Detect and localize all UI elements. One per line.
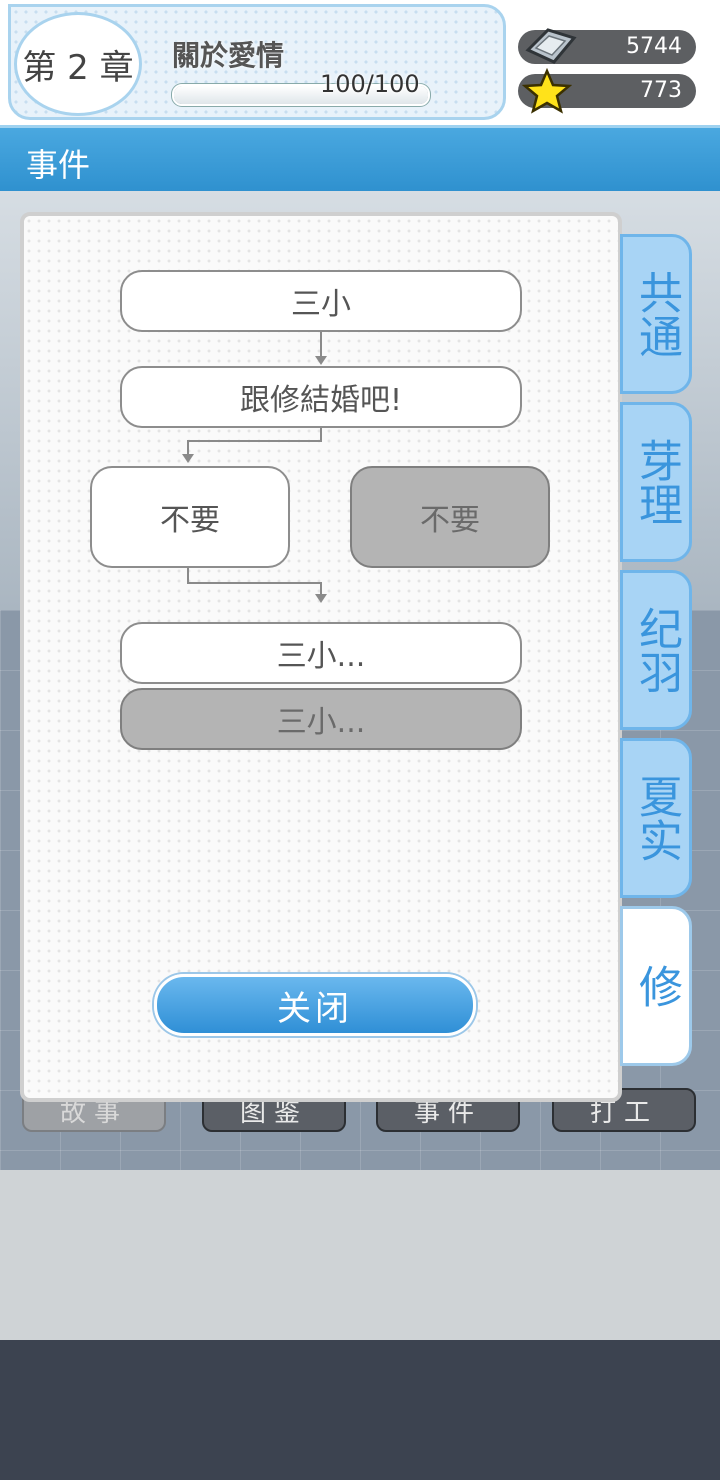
flow-node-result-alt[interactable]: 三小...	[120, 688, 522, 750]
chapter-progress-text: 100/100	[320, 70, 420, 98]
chapter-badge: 第 2 章	[14, 12, 142, 116]
flow-node-result[interactable]: 三小...	[120, 622, 522, 684]
gem-counter: 5744	[518, 28, 696, 64]
chapter-title: 關於愛情	[172, 39, 285, 72]
flow-choice-b[interactable]: 不要	[350, 466, 550, 568]
side-tab-common[interactable]: 共通	[620, 234, 692, 394]
side-tab-kiwa[interactable]: 纪羽	[620, 570, 692, 730]
section-title: 事件	[26, 146, 91, 184]
flow-connector	[320, 332, 322, 356]
side-tab-natsumi[interactable]: 夏实	[620, 738, 692, 898]
side-tab-label: 芽理	[631, 438, 682, 526]
side-tab-meri[interactable]: 芽理	[620, 402, 692, 562]
close-button[interactable]: 关闭	[154, 974, 476, 1036]
star-count: 773	[640, 78, 682, 103]
flow-connector	[187, 582, 322, 584]
flow-choice-a[interactable]: 不要	[90, 466, 290, 568]
flow-arrow-icon	[315, 594, 327, 603]
gem-count: 5744	[626, 34, 682, 59]
side-tab-label: 夏实	[631, 774, 682, 862]
background-bottom	[0, 1340, 720, 1480]
side-tab-label: 修	[631, 964, 682, 1008]
side-tab-label: 共通	[631, 270, 682, 358]
gem-icon	[522, 24, 578, 74]
header: 第 2 章 關於愛情 100/100 5744 773	[0, 0, 720, 125]
flow-connector	[187, 440, 189, 454]
side-tab-shu[interactable]: 修	[620, 906, 692, 1066]
flow-node-proposal[interactable]: 跟修結婚吧!	[120, 366, 522, 428]
flow-arrow-icon	[182, 454, 194, 463]
section-bar: 事件	[0, 125, 720, 191]
side-tab-label: 纪羽	[631, 606, 682, 694]
background-band	[0, 1170, 720, 1340]
flow-connector	[320, 582, 322, 594]
flow-connector	[187, 440, 322, 442]
event-flow-modal: 三小 跟修結婚吧! 不要 不要 三小... 三小... 关闭	[20, 212, 622, 1102]
flow-node-start[interactable]: 三小	[120, 270, 522, 332]
star-icon	[521, 67, 573, 120]
star-counter: 773	[518, 67, 696, 114]
flow-arrow-icon	[315, 356, 327, 365]
